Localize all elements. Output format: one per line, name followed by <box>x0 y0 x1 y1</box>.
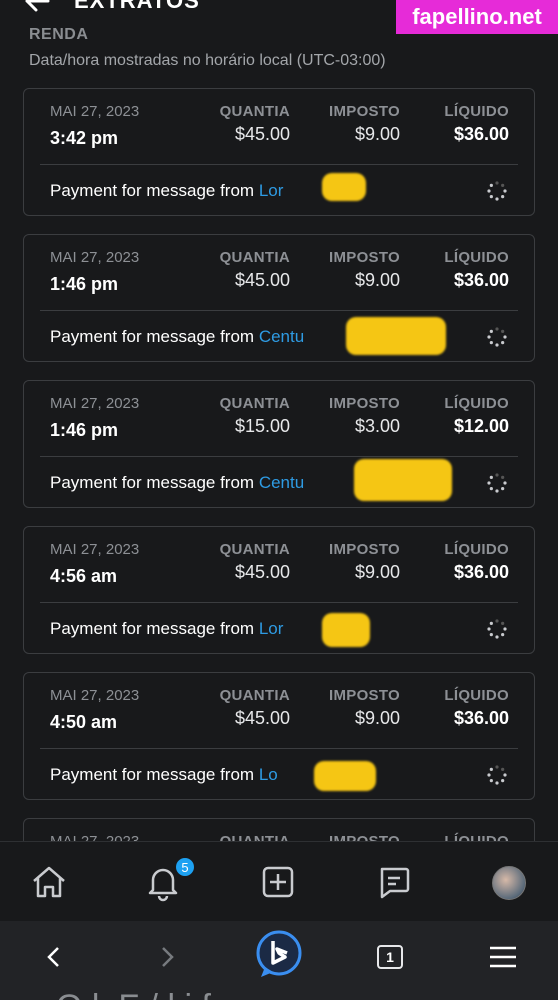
transaction-card[interactable]: MAI 27, 2023 3:42 pm QUANTIA $45.00 IMPOS… <box>23 88 535 216</box>
transaction-card[interactable]: MAI 27, 2023 1:46 pm QUANTIA $45.00 IMPOS… <box>23 234 535 362</box>
sender-link[interactable]: Centu <box>259 473 304 492</box>
net-value: $36.00 <box>453 708 509 728</box>
tabs-button[interactable]: 1 <box>368 935 412 979</box>
transaction-card[interactable]: MAI 27, 2023 4:50 am QUANTIA $45.00 IMPOS… <box>23 672 535 800</box>
loading-spinner-icon <box>487 327 507 347</box>
loading-spinner-icon <box>487 765 507 785</box>
amount-label: QUANTIA <box>219 249 290 266</box>
amount-value: $45.00 <box>234 562 290 582</box>
tab-count: 1 <box>377 945 403 969</box>
net-label: LÍQUIDO <box>444 687 509 704</box>
amount-value: $15.00 <box>234 416 290 436</box>
home-icon <box>33 866 65 898</box>
tax-label: IMPOSTO <box>329 395 400 412</box>
transaction-description: Payment for message from Centu <box>50 473 304 493</box>
transaction-time: 3:42 pm <box>50 128 119 148</box>
card-divider <box>40 748 518 749</box>
transaction-date: MAI 27, 2023 <box>50 687 140 704</box>
card-divider <box>40 602 518 603</box>
tax-value: $9.00 <box>354 708 400 728</box>
transaction-description: Payment for message from Lor <box>50 181 283 201</box>
page-title: EXTRATOS <box>74 0 200 13</box>
description-text: Payment for message from <box>50 619 259 638</box>
net-label: LÍQUIDO <box>444 103 509 120</box>
section-label: RENDA <box>29 28 89 42</box>
sender-link[interactable]: Lo <box>259 765 278 784</box>
loading-spinner-icon <box>487 473 507 493</box>
sender-link[interactable]: Lor <box>259 619 284 638</box>
redaction-mark <box>346 317 446 355</box>
tax-label: IMPOSTO <box>329 249 400 266</box>
transaction-card[interactable]: MAI 27, 2023 4:56 am QUANTIA $45.00 IMPOS… <box>23 526 535 654</box>
net-label: LÍQUIDO <box>444 395 509 412</box>
transaction-description: Payment for message from Centu <box>50 327 304 347</box>
card-divider <box>40 456 518 457</box>
net-label: LÍQUIDO <box>444 541 509 558</box>
transaction-date: MAI 27, 2023 <box>50 395 140 412</box>
amount-label: QUANTIA <box>219 103 290 120</box>
redaction-mark <box>314 761 376 791</box>
transaction-description: Payment for message from Lor <box>50 619 283 639</box>
transaction-card[interactable]: MAI 27, 2023 1:46 pm QUANTIA $15.00 IMPOS… <box>23 380 535 508</box>
net-value: $36.00 <box>453 562 509 582</box>
redaction-mark <box>322 173 366 201</box>
new-post-button[interactable] <box>256 860 300 904</box>
bottom-nav: 5 <box>0 841 558 921</box>
cut-off-text: O k F / l i f <box>56 988 211 1000</box>
sender-link[interactable]: Centu <box>259 327 304 346</box>
transaction-time: 1:46 pm <box>50 274 119 294</box>
amount-label: QUANTIA <box>219 687 290 704</box>
chat-icon <box>380 867 410 899</box>
amount-value: $45.00 <box>234 708 290 728</box>
loading-spinner-icon <box>487 181 507 201</box>
timezone-note: Data/hora mostradas no horário local (UT… <box>29 52 386 69</box>
tax-label: IMPOSTO <box>329 541 400 558</box>
card-divider <box>40 164 518 165</box>
transaction-date: MAI 27, 2023 <box>50 103 140 120</box>
tax-value: $3.00 <box>354 416 400 436</box>
browser-menu-button[interactable] <box>481 935 525 979</box>
plus-square-icon <box>262 866 294 898</box>
notification-badge: 5 <box>174 856 196 878</box>
description-text: Payment for message from <box>50 473 259 492</box>
amount-label: QUANTIA <box>219 395 290 412</box>
net-value: $12.00 <box>453 416 509 436</box>
bing-icon[interactable] <box>255 929 303 981</box>
tax-label: IMPOSTO <box>329 687 400 704</box>
messages-button[interactable] <box>372 860 416 904</box>
sender-link[interactable]: Lor <box>259 181 284 200</box>
browser-forward-button[interactable] <box>145 935 189 979</box>
redaction-mark <box>322 613 370 647</box>
transaction-date: MAI 27, 2023 <box>50 249 140 266</box>
amount-label: QUANTIA <box>219 541 290 558</box>
redaction-mark <box>354 459 452 501</box>
chevron-right-icon <box>162 947 174 967</box>
browser-back-button[interactable] <box>32 935 76 979</box>
transaction-description: Payment for message from Lo <box>50 765 278 785</box>
net-label: LÍQUIDO <box>444 249 509 266</box>
transaction-date: MAI 27, 2023 <box>50 541 140 558</box>
tax-value: $9.00 <box>354 270 400 290</box>
transaction-time: 4:56 am <box>50 566 118 586</box>
back-arrow-icon[interactable] <box>22 0 52 16</box>
net-value: $36.00 <box>453 270 509 290</box>
watermark-logo: fapellino.net <box>396 0 558 34</box>
transaction-time: 4:50 am <box>50 712 118 732</box>
loading-spinner-icon <box>487 619 507 639</box>
description-text: Payment for message from <box>50 765 259 784</box>
tax-value: $9.00 <box>354 562 400 582</box>
amount-value: $45.00 <box>234 270 290 290</box>
hamburger-menu-icon <box>490 946 516 968</box>
tax-value: $9.00 <box>354 124 400 144</box>
description-text: Payment for message from <box>50 181 259 200</box>
home-button[interactable] <box>27 860 71 904</box>
tax-label: IMPOSTO <box>329 103 400 120</box>
description-text: Payment for message from <box>50 327 259 346</box>
transaction-time: 1:46 pm <box>50 420 119 440</box>
chevron-left-icon <box>47 947 59 967</box>
profile-avatar[interactable] <box>492 866 526 900</box>
amount-value: $45.00 <box>234 124 290 144</box>
net-value: $36.00 <box>453 124 509 144</box>
card-divider <box>40 310 518 311</box>
